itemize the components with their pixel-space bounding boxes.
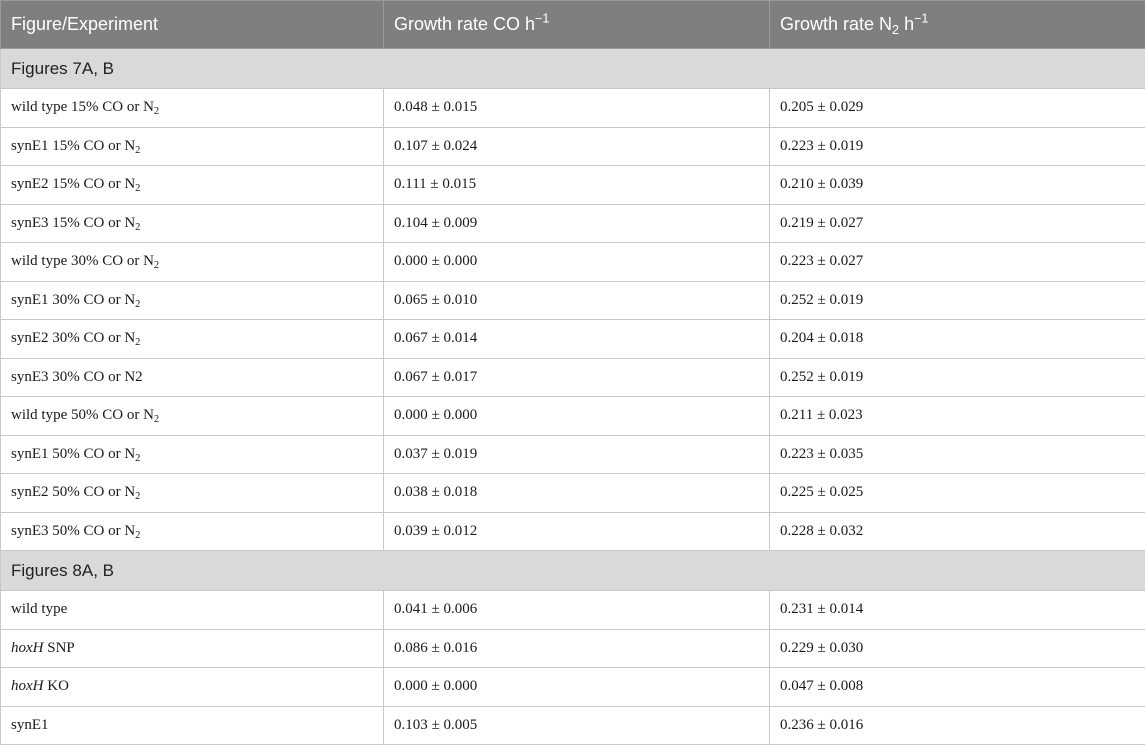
n2-rate-cell: 0.223 ± 0.027 [769, 242, 1145, 282]
row-label: hoxH SNP [0, 628, 384, 668]
row-label: synE2 50% CO or N2 [0, 473, 384, 513]
section-title: Figures 7A, B [0, 48, 1145, 89]
table-row: hoxH KO 0.000 ± 0.000 0.047 ± 0.008 [0, 667, 1145, 707]
n2-rate-cell: 0.228 ± 0.032 [769, 511, 1145, 551]
header-row: Figure/Experiment Growth rate CO h−1 Gro… [0, 0, 1145, 49]
row-label: hoxH KO [0, 667, 384, 707]
row-label: synE1 [0, 705, 384, 745]
row-label: synE2 15% CO or N2 [0, 165, 384, 205]
n2-rate-cell: 0.211 ± 0.023 [769, 396, 1145, 436]
row-label: synE1 15% CO or N2 [0, 126, 384, 166]
header-growth-rate-n2: Growth rate N2 h−1 [769, 0, 1145, 49]
co-rate-cell: 0.000 ± 0.000 [383, 667, 770, 707]
n2-rate-cell: 0.223 ± 0.019 [769, 126, 1145, 166]
table-row: synE1 0.103 ± 0.005 0.236 ± 0.016 [0, 705, 1145, 745]
n2-rate-cell: 0.210 ± 0.039 [769, 165, 1145, 205]
n2-rate-cell: 0.236 ± 0.016 [769, 705, 1145, 745]
n2-rate-cell: 0.225 ± 0.025 [769, 473, 1145, 513]
co-rate-cell: 0.104 ± 0.009 [383, 203, 770, 243]
section-row: Figures 8A, B [0, 550, 1145, 591]
n2-rate-cell: 0.204 ± 0.018 [769, 319, 1145, 359]
co-rate-cell: 0.111 ± 0.015 [383, 165, 770, 205]
co-rate-cell: 0.065 ± 0.010 [383, 280, 770, 320]
n2-rate-cell: 0.252 ± 0.019 [769, 357, 1145, 397]
table-row: wild type 50% CO or N2 0.000 ± 0.000 0.2… [0, 396, 1145, 436]
table-row: synE1 30% CO or N2 0.065 ± 0.010 0.252 ±… [0, 280, 1145, 320]
co-rate-cell: 0.086 ± 0.016 [383, 628, 770, 668]
n2-rate-cell: 0.223 ± 0.035 [769, 434, 1145, 474]
co-rate-cell: 0.103 ± 0.005 [383, 705, 770, 745]
n2-rate-cell: 0.229 ± 0.030 [769, 628, 1145, 668]
header-growth-rate-co: Growth rate CO h−1 [383, 0, 770, 49]
row-label: synE1 30% CO or N2 [0, 280, 384, 320]
co-rate-cell: 0.107 ± 0.024 [383, 126, 770, 166]
co-rate-cell: 0.039 ± 0.012 [383, 511, 770, 551]
row-label: synE3 30% CO or N2 [0, 357, 384, 397]
table-row: wild type 0.041 ± 0.006 0.231 ± 0.014 [0, 590, 1145, 630]
n2-rate-cell: 0.231 ± 0.014 [769, 590, 1145, 630]
table-row: synE2 30% CO or N2 0.067 ± 0.014 0.204 ±… [0, 319, 1145, 359]
table-row: hoxH SNP 0.086 ± 0.016 0.229 ± 0.030 [0, 628, 1145, 668]
n2-rate-cell: 0.205 ± 0.029 [769, 88, 1145, 128]
section-row: Figures 7A, B [0, 48, 1145, 89]
table-row: synE1 15% CO or N2 0.107 ± 0.024 0.223 ±… [0, 126, 1145, 166]
n2-rate-cell: 0.252 ± 0.019 [769, 280, 1145, 320]
co-rate-cell: 0.041 ± 0.006 [383, 590, 770, 630]
row-label: wild type 50% CO or N2 [0, 396, 384, 436]
table-row: synE3 50% CO or N2 0.039 ± 0.012 0.228 ±… [0, 511, 1145, 551]
row-label: synE1 50% CO or N2 [0, 434, 384, 474]
table-row: synE2 50% CO or N2 0.038 ± 0.018 0.225 ±… [0, 473, 1145, 513]
row-label: wild type 15% CO or N2 [0, 88, 384, 128]
header-figure-experiment: Figure/Experiment [0, 0, 384, 49]
co-rate-cell: 0.038 ± 0.018 [383, 473, 770, 513]
growth-rate-table: Figure/Experiment Growth rate CO h−1 Gro… [0, 0, 1145, 745]
table-row: synE2 15% CO or N2 0.111 ± 0.015 0.210 ±… [0, 165, 1145, 205]
co-rate-cell: 0.037 ± 0.019 [383, 434, 770, 474]
table-row: wild type 15% CO or N2 0.048 ± 0.015 0.2… [0, 88, 1145, 128]
section-title: Figures 8A, B [0, 550, 1145, 591]
n2-rate-cell: 0.047 ± 0.008 [769, 667, 1145, 707]
row-label: wild type 30% CO or N2 [0, 242, 384, 282]
table-row: synE1 50% CO or N2 0.037 ± 0.019 0.223 ±… [0, 434, 1145, 474]
co-rate-cell: 0.067 ± 0.014 [383, 319, 770, 359]
table-row: synE3 30% CO or N2 0.067 ± 0.017 0.252 ±… [0, 357, 1145, 397]
row-label: wild type [0, 590, 384, 630]
co-rate-cell: 0.048 ± 0.015 [383, 88, 770, 128]
table-row: synE3 15% CO or N2 0.104 ± 0.009 0.219 ±… [0, 203, 1145, 243]
row-label: synE2 30% CO or N2 [0, 319, 384, 359]
table-row: wild type 30% CO or N2 0.000 ± 0.000 0.2… [0, 242, 1145, 282]
co-rate-cell: 0.067 ± 0.017 [383, 357, 770, 397]
row-label: synE3 15% CO or N2 [0, 203, 384, 243]
co-rate-cell: 0.000 ± 0.000 [383, 396, 770, 436]
co-rate-cell: 0.000 ± 0.000 [383, 242, 770, 282]
row-label: synE3 50% CO or N2 [0, 511, 384, 551]
n2-rate-cell: 0.219 ± 0.027 [769, 203, 1145, 243]
